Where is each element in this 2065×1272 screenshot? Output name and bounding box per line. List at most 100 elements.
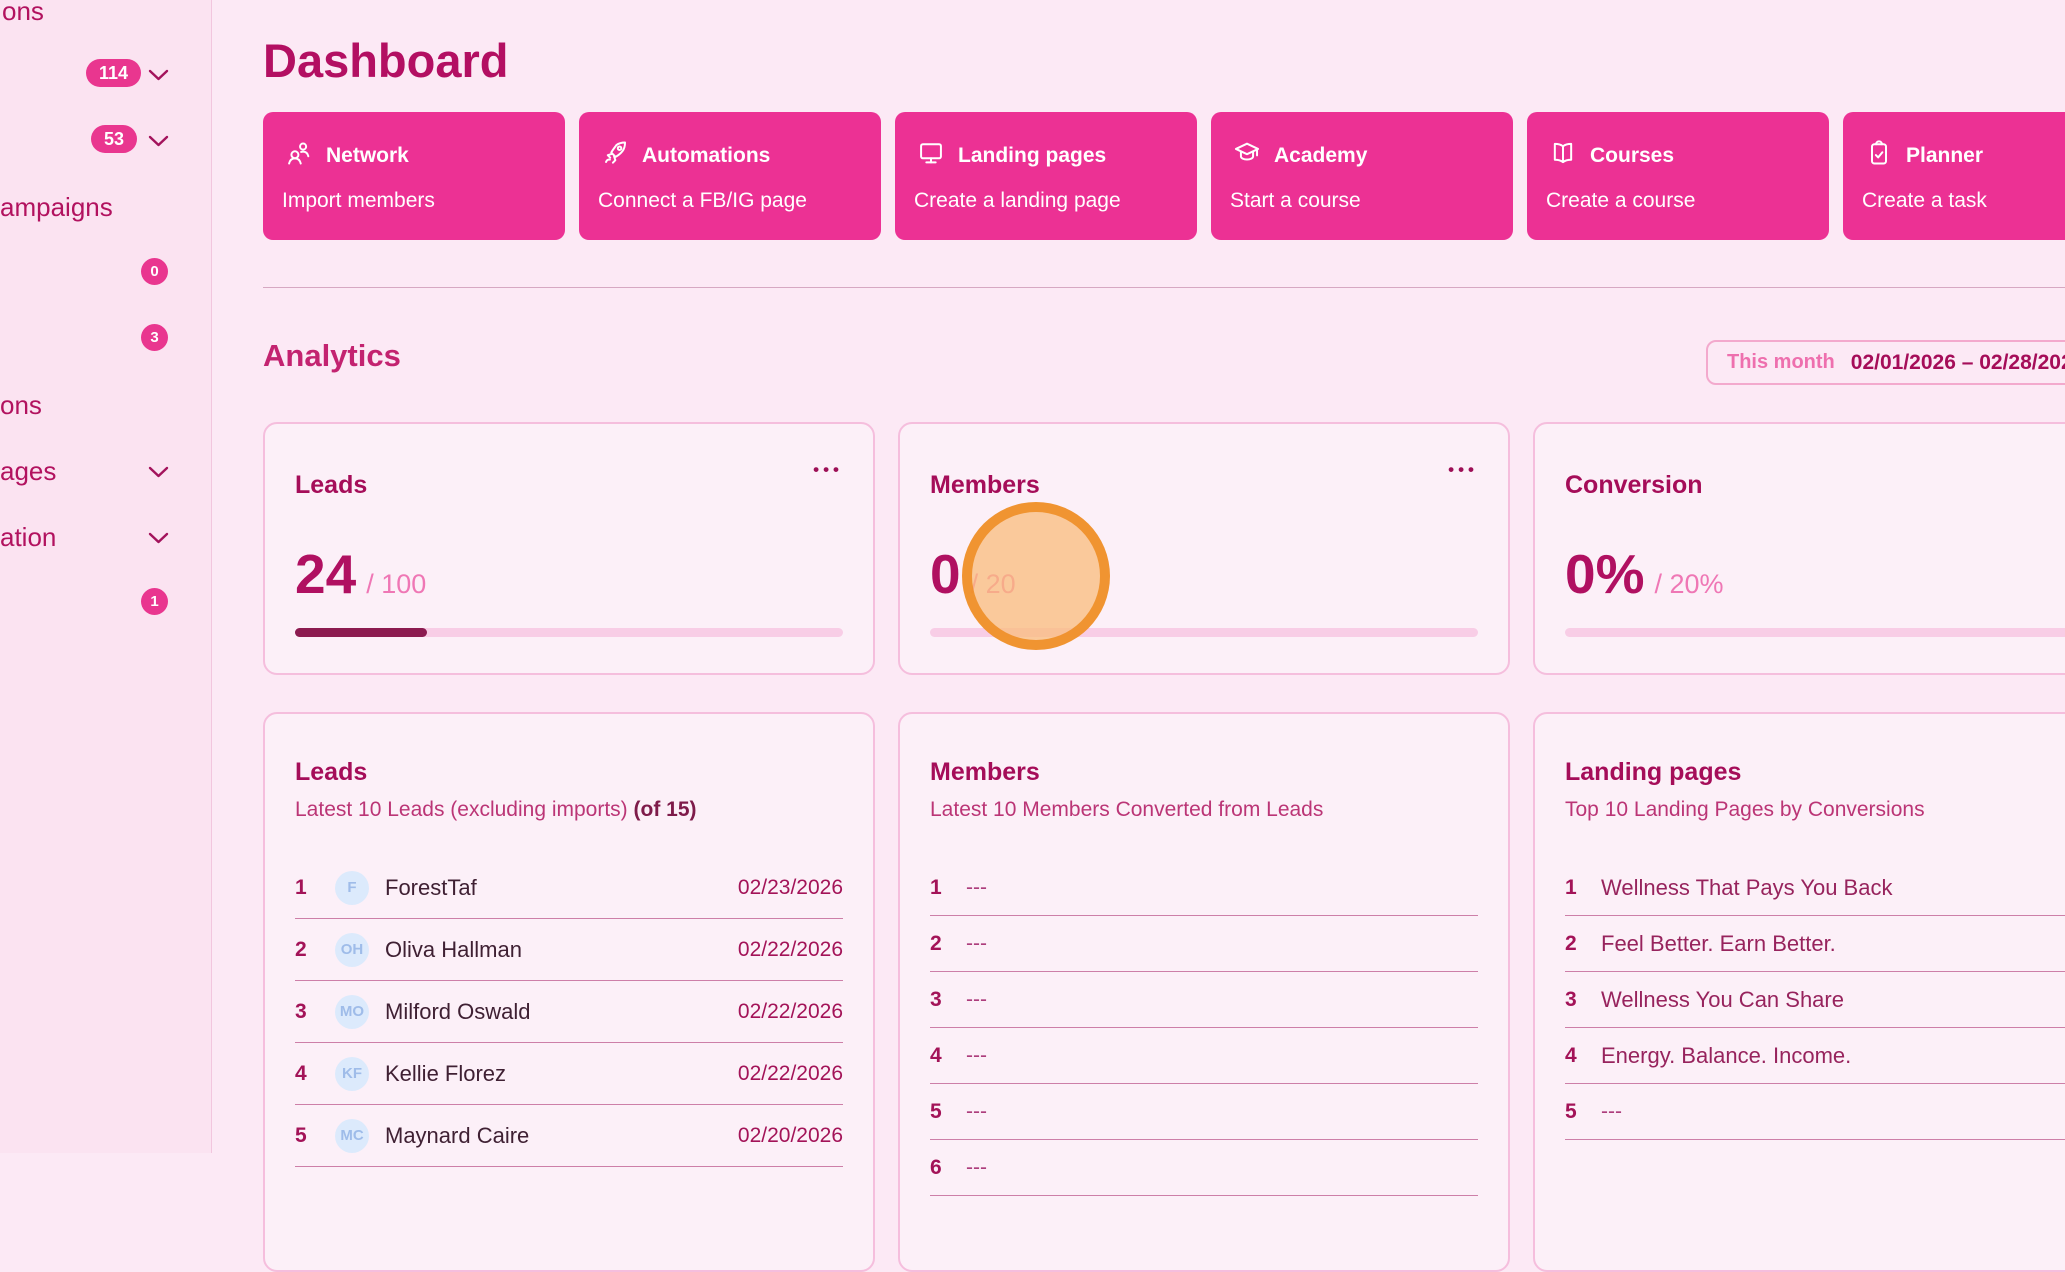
quick-action-subtitle: Connect a FB/IG page [598, 189, 881, 213]
quick-action-academy[interactable]: Academy Start a course [1211, 112, 1513, 240]
leads-rows: 1 F ForestTaf 02/23/2026 2 OH Oliva Hall… [295, 857, 843, 1167]
list-card-subtitle-count: (of 15) [634, 798, 697, 821]
stat-card-title: Leads [295, 471, 367, 500]
chevron-down-icon[interactable] [148, 465, 169, 477]
list-item: 4 --- [930, 1028, 1478, 1084]
list-card-subtitle: Latest 10 Leads (excluding imports) (of … [295, 798, 697, 822]
quick-action-planner[interactable]: Planner Create a task [1843, 112, 2065, 240]
quick-action-network[interactable]: Network Import members [263, 112, 565, 240]
chevron-down-icon[interactable] [148, 531, 169, 543]
stat-value: 0 [930, 542, 961, 606]
landing-pages-list-card: Landing pages Top 10 Landing Pages by Co… [1533, 712, 2065, 1272]
monitor-icon [917, 139, 945, 173]
lead-name: Oliva Hallman [385, 937, 522, 963]
chevron-down-icon[interactable] [148, 68, 169, 80]
quick-action-courses[interactable]: Courses Create a course [1527, 112, 1829, 240]
quick-action-subtitle: Import members [282, 189, 565, 213]
row-number: 4 [930, 1044, 966, 1068]
stat-card-title: Members [930, 471, 1040, 500]
rocket-icon [601, 139, 629, 173]
row-number: 5 [930, 1100, 966, 1124]
sidebar-item-campaigns[interactable]: ampaigns [0, 192, 113, 223]
sidebar-count-badge: 114 [86, 59, 141, 87]
list-item: 6 --- [930, 1140, 1478, 1196]
list-item: 5 --- [930, 1084, 1478, 1140]
list-card-title: Landing pages [1565, 758, 1741, 787]
lead-date: 02/23/2026 [738, 876, 843, 900]
progress-bar-fill [295, 628, 427, 637]
avatar: MO [335, 995, 369, 1029]
progress-bar [930, 628, 1478, 637]
list-card-subtitle: Top 10 Landing Pages by Conversions [1565, 798, 1925, 822]
stat-cards-row: Leads ••• 24 / 100 Members ••• 0 / 20 Co… [263, 422, 2065, 675]
lead-date: 02/20/2026 [738, 1124, 843, 1148]
members-rows: 1 --- 2 --- 3 --- 4 --- 5 --- 6 --- [930, 860, 1478, 1196]
row-number: 3 [930, 988, 966, 1012]
section-divider [263, 287, 2065, 288]
sidebar-count-badge: 3 [141, 324, 168, 351]
member-placeholder: --- [966, 1156, 987, 1180]
quick-action-title: Academy [1274, 144, 1367, 168]
sidebar-item-pages[interactable]: ages [0, 456, 56, 487]
list-card-title: Leads [295, 758, 367, 787]
avatar: OH [335, 933, 369, 967]
list-card-subtitle-text: Latest 10 Leads (excluding imports) [295, 798, 628, 821]
sidebar-item-partial-top[interactable]: ons [2, 0, 44, 27]
quick-action-subtitle: Start a course [1230, 189, 1513, 213]
list-item: 1 --- [930, 860, 1478, 916]
quick-action-subtitle: Create a landing page [914, 189, 1197, 213]
list-item[interactable]: 3 MO Milford Oswald 02/22/2026 [295, 981, 843, 1043]
lead-name: Milford Oswald [385, 999, 530, 1025]
list-item[interactable]: 2 Feel Better. Earn Better. [1565, 916, 2065, 972]
list-item: 2 --- [930, 916, 1478, 972]
page-title: Dashboard [263, 31, 509, 91]
landing-page-name: Wellness That Pays You Back [1601, 875, 1892, 901]
ellipsis-menu-icon[interactable]: ••• [1448, 460, 1478, 480]
sidebar-item-partial-mid[interactable]: ons [0, 390, 42, 421]
row-number: 2 [295, 938, 331, 962]
stat-card-conversion: Conversion 0% / 20% [1533, 422, 2065, 675]
chevron-down-icon[interactable] [148, 134, 169, 146]
date-range-filter[interactable]: This month 02/01/2026 – 02/28/2026 [1706, 340, 2065, 385]
member-placeholder: --- [966, 1044, 987, 1068]
quick-action-subtitle: Create a course [1546, 189, 1829, 213]
row-number: 5 [295, 1124, 331, 1148]
landing-page-name: Feel Better. Earn Better. [1601, 931, 1836, 957]
sidebar-count-badge: 0 [141, 258, 168, 285]
list-item[interactable]: 1 Wellness That Pays You Back [1565, 860, 2065, 916]
list-item[interactable]: 5 MC Maynard Caire 02/20/2026 [295, 1105, 843, 1167]
list-cards-row: Leads Latest 10 Leads (excluding imports… [263, 712, 2065, 1272]
row-number: 6 [930, 1156, 966, 1180]
quick-action-automations[interactable]: Automations Connect a FB/IG page [579, 112, 881, 240]
row-number: 4 [1565, 1044, 1601, 1068]
list-item: 5 --- [1565, 1084, 2065, 1140]
ellipsis-menu-icon[interactable]: ••• [813, 460, 843, 480]
list-item[interactable]: 3 Wellness You Can Share [1565, 972, 2065, 1028]
avatar: F [335, 871, 369, 905]
member-placeholder: --- [966, 932, 987, 956]
quick-action-title: Automations [642, 144, 770, 168]
list-item[interactable]: 4 KF Kellie Florez 02/22/2026 [295, 1043, 843, 1105]
quick-actions-row: Network Import members Automations Conne… [263, 112, 2065, 240]
sidebar-item-creation[interactable]: ation [0, 522, 56, 553]
analytics-heading: Analytics [263, 338, 401, 374]
landing-page-placeholder: --- [1601, 1100, 1622, 1124]
lead-date: 02/22/2026 [738, 938, 843, 962]
quick-action-landing-pages[interactable]: Landing pages Create a landing page [895, 112, 1197, 240]
list-item[interactable]: 1 F ForestTaf 02/23/2026 [295, 857, 843, 919]
row-number: 1 [295, 876, 331, 900]
landing-page-name: Energy. Balance. Income. [1601, 1043, 1851, 1069]
avatar: MC [335, 1119, 369, 1153]
lead-date: 02/22/2026 [738, 1062, 843, 1086]
list-item[interactable]: 2 OH Oliva Hallman 02/22/2026 [295, 919, 843, 981]
list-item[interactable]: 4 Energy. Balance. Income. [1565, 1028, 2065, 1084]
list-card-subtitle: Latest 10 Members Converted from Leads [930, 798, 1323, 822]
row-number: 1 [930, 876, 966, 900]
member-placeholder: --- [966, 988, 987, 1012]
stat-value: 0% [1565, 542, 1645, 606]
row-number: 2 [1565, 932, 1601, 956]
row-number: 3 [295, 1000, 331, 1024]
stat-target: / 20% [1655, 569, 1724, 600]
progress-bar [295, 628, 843, 637]
sidebar-count-badge: 53 [91, 125, 137, 153]
